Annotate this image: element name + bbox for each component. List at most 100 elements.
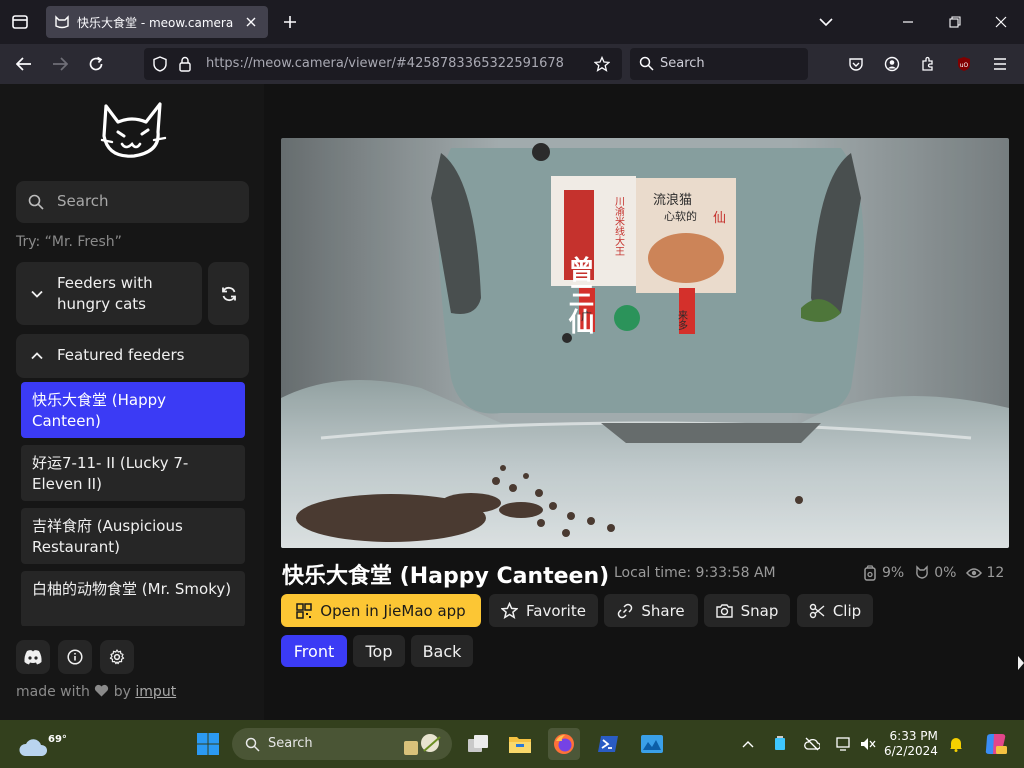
windows-logo-icon <box>197 733 219 755</box>
hungry-cats-label: Feeders with hungry cats <box>57 274 153 313</box>
favorite-button[interactable]: Favorite <box>489 594 598 627</box>
close-window-icon[interactable] <box>987 8 1015 36</box>
url-host: https://meow.camera <box>206 56 344 71</box>
mouse-cursor-icon <box>1018 656 1024 670</box>
url-text[interactable]: https://meow.camera/viewer/#425878336532… <box>206 56 564 71</box>
open-in-jiemao-button[interactable]: Open in JieMao app <box>281 594 481 627</box>
cat-activity-stat: 0% <box>914 565 956 581</box>
new-tab-icon[interactable] <box>278 10 302 34</box>
tab-overflow-chevron-icon[interactable] <box>812 8 840 36</box>
browser-search-placeholder: Search <box>660 56 705 71</box>
hungry-cats-toggle[interactable]: Feeders with hungry cats <box>16 262 202 325</box>
svg-text:uO: uO <box>960 62 969 69</box>
share-button[interactable]: Share <box>604 594 698 627</box>
windows-start-button[interactable] <box>192 728 224 760</box>
feeder-item-auspicious-restaurant[interactable]: 吉祥食府 (Auspicious Restaurant) <box>21 508 245 564</box>
taskbar-search-label: Search <box>268 736 313 751</box>
url-bar[interactable]: https://meow.camera/viewer/#425878336532… <box>144 48 622 80</box>
cat-favicon-icon <box>55 15 69 29</box>
search-hint: Try: “Mr. Fresh” <box>16 234 122 250</box>
search-icon <box>28 194 44 214</box>
taskbar-clock[interactable]: 6:33 PM 6/2/2024 <box>884 729 938 759</box>
local-time-label: Local time: <box>614 565 692 581</box>
discord-icon <box>24 650 42 665</box>
heart-icon <box>95 684 109 697</box>
feeder-search-input[interactable]: Search <box>16 181 249 223</box>
forward-arrow-icon[interactable] <box>46 50 74 78</box>
eye-icon <box>966 568 983 578</box>
taskbar-search[interactable]: Search <box>232 728 452 760</box>
feeder-camera-feed[interactable]: 曾三仙 川渝米线大王 流浪猫 心软的 仙 广 来多 <box>281 138 1009 548</box>
view-top-button[interactable]: Top <box>353 635 405 667</box>
refresh-button[interactable] <box>208 262 249 325</box>
tab-list-icon[interactable] <box>6 8 34 36</box>
restore-icon[interactable] <box>941 8 969 36</box>
view-front-button[interactable]: Front <box>281 635 347 667</box>
camera-icon <box>715 604 733 618</box>
settings-button[interactable] <box>100 640 134 674</box>
favorite-label: Favorite <box>526 601 586 620</box>
tray-cloud-offline-icon[interactable] <box>804 736 820 752</box>
back-arrow-icon[interactable] <box>10 50 38 78</box>
feeder-stats: 9% 0% 12 <box>862 565 1008 581</box>
task-view-icon[interactable] <box>462 728 494 760</box>
account-icon[interactable] <box>878 50 906 78</box>
feeder-title: 快乐大食堂 (Happy Canteen) <box>282 564 610 589</box>
credit-prefix: made with <box>16 684 90 700</box>
reload-icon[interactable] <box>82 50 110 78</box>
feeder-item-happy-canteen[interactable]: 快乐大食堂 (Happy Canteen) <box>21 382 245 438</box>
extensions-icon[interactable] <box>914 50 942 78</box>
snap-button[interactable]: Snap <box>704 594 790 627</box>
feeder-item-mr-smoky[interactable]: 白柚的动物食堂 (Mr. Smoky) <box>21 571 245 626</box>
browser-search-bar[interactable]: Search <box>630 48 808 80</box>
close-tab-icon[interactable] <box>242 13 260 31</box>
cat-activity-value: 0% <box>934 565 957 581</box>
tray-volume-muted-icon[interactable] <box>860 736 876 752</box>
powershell-icon[interactable] <box>592 728 624 760</box>
credit-line: made with by imput <box>16 684 176 700</box>
share-label: Share <box>641 601 685 620</box>
ublock-origin-icon[interactable]: uO <box>950 50 978 78</box>
bookmark-star-icon[interactable] <box>593 55 611 76</box>
featured-feeders-label: Featured feeders <box>57 346 185 364</box>
featured-feeders-toggle[interactable]: Featured feeders <box>16 334 249 378</box>
tray-network-icon[interactable] <box>836 736 852 752</box>
search-highlight-icon <box>404 734 441 755</box>
active-tab[interactable]: 快乐大食堂 - meow.camera <box>46 6 268 38</box>
minimize-icon[interactable] <box>894 8 922 36</box>
browser-nav-bar: https://meow.camera/viewer/#425878336532… <box>0 44 1024 84</box>
imput-link[interactable]: imput <box>135 684 176 700</box>
lock-icon[interactable] <box>178 56 192 76</box>
tray-overflow-chevron-icon[interactable] <box>740 736 756 752</box>
menu-hamburger-icon[interactable] <box>986 50 1014 78</box>
info-button[interactable] <box>58 640 92 674</box>
url-path: /viewer/#4258783365322591678 <box>343 56 564 71</box>
file-explorer-icon[interactable] <box>504 728 536 760</box>
search-icon <box>245 737 260 752</box>
open-in-jiemao-label: Open in JieMao app <box>320 601 466 620</box>
browser-tab-bar: 快乐大食堂 - meow.camera <box>0 0 1024 44</box>
search-icon <box>639 56 654 75</box>
discord-button[interactable] <box>16 640 50 674</box>
view-back-button[interactable]: Back <box>411 635 473 667</box>
clip-button[interactable]: Clip <box>797 594 873 627</box>
tray-battery-device-icon[interactable] <box>772 736 788 752</box>
notification-bell-icon[interactable] <box>948 736 964 752</box>
clip-label: Clip <box>832 601 862 620</box>
copilot-icon[interactable] <box>984 732 1008 756</box>
food-level-value: 9% <box>882 565 905 581</box>
app-blue-icon[interactable] <box>636 728 668 760</box>
viewers-stat: 12 <box>966 565 1004 581</box>
shield-icon[interactable] <box>152 56 168 76</box>
local-time-value: 9:33:58 AM <box>695 565 776 581</box>
pocket-icon[interactable] <box>842 50 870 78</box>
meow-camera-logo[interactable] <box>98 100 168 164</box>
camera-feed-image: 曾三仙 川渝米线大王 流浪猫 心软的 仙 广 来多 <box>281 138 1009 548</box>
firefox-taskbar-icon[interactable] <box>548 728 580 760</box>
weather-widget[interactable]: 69° <box>18 728 67 760</box>
food-bag-icon <box>864 565 876 581</box>
cat-icon <box>916 565 929 579</box>
food-level-stat: 9% <box>862 565 904 581</box>
clock-time: 6:33 PM <box>889 729 938 743</box>
feeder-item-lucky-7-eleven[interactable]: 好运7-11- II (Lucky 7-Eleven II) <box>21 445 245 501</box>
